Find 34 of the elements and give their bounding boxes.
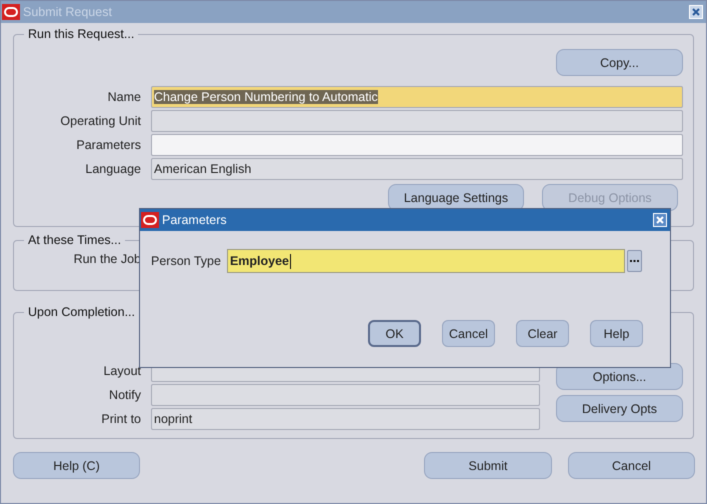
help-button[interactable]: Help (C) xyxy=(13,452,140,479)
close-icon[interactable] xyxy=(653,213,667,227)
field-label: Language xyxy=(84,162,142,176)
input-field[interactable] xyxy=(151,134,683,156)
dialog-title: Parameters xyxy=(162,213,228,227)
action-button[interactable]: Cancel xyxy=(568,452,695,479)
field-label: Person Type xyxy=(151,254,221,268)
field-label: Parameters xyxy=(75,138,142,152)
group-title: Upon Completion... xyxy=(27,305,136,319)
ellipsis-icon xyxy=(630,260,639,262)
list-of-values-button[interactable] xyxy=(626,250,642,272)
input-field[interactable]: noprint xyxy=(151,408,540,430)
field-label: Operating Unit xyxy=(59,114,142,128)
input-field[interactable]: Change Person Numbering to Automatic xyxy=(151,86,683,108)
field-label: Name xyxy=(106,90,142,104)
dialog-button[interactable]: Help xyxy=(590,320,643,347)
app-logo-icon xyxy=(2,4,20,20)
field-label: Print to xyxy=(100,412,142,426)
group-title: Run this Request... xyxy=(27,27,136,41)
group-title: At these Times... xyxy=(27,233,122,247)
input-field[interactable]: American English xyxy=(151,158,683,180)
action-button[interactable]: Delivery Opts xyxy=(556,395,683,422)
input-field[interactable]: Employee xyxy=(226,249,625,273)
action-button[interactable]: Submit xyxy=(424,452,552,479)
copy-button[interactable]: Copy... xyxy=(556,49,683,76)
input-field[interactable] xyxy=(151,384,540,406)
dialog-button[interactable]: Cancel xyxy=(442,320,495,347)
dialog-button[interactable]: Clear xyxy=(516,320,569,347)
app-logo-icon xyxy=(141,212,159,228)
dialog-button[interactable]: OK xyxy=(368,320,421,347)
field-label: Layout xyxy=(102,364,142,378)
input-field[interactable] xyxy=(151,110,683,132)
window-title: Submit Request xyxy=(23,5,113,19)
field-label: Notify xyxy=(108,388,142,402)
